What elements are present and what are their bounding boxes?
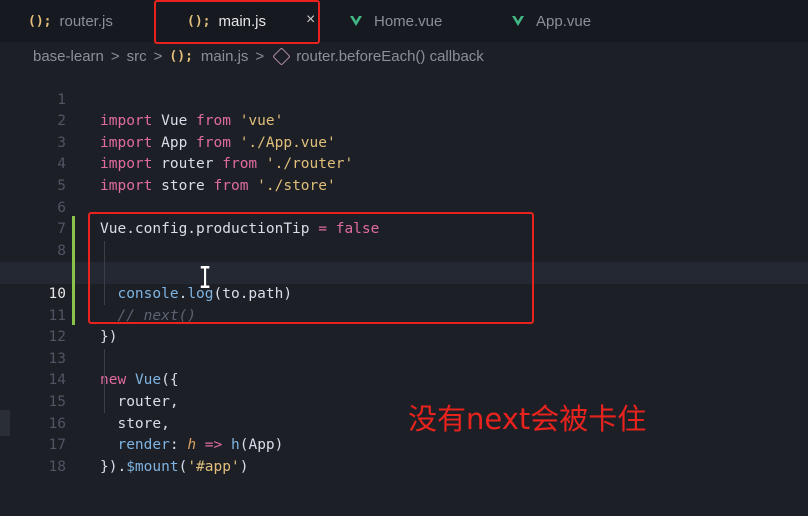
- code-line: 1 import Vue from 'vue': [0, 68, 808, 130]
- symbol-method-icon: [272, 46, 291, 66]
- main-js-tab-highlight: [154, 0, 320, 44]
- code-line: 18: [0, 435, 808, 475]
- chevron-right-icon: >: [255, 47, 265, 65]
- chevron-right-icon: >: [153, 47, 163, 65]
- tab-home-vue[interactable]: Home.vue: [350, 0, 442, 42]
- code-line: 2 import App from './App.vue': [0, 90, 808, 151]
- annotation-text: 没有next会被卡住: [408, 402, 647, 436]
- breadcrumb: base-learn > src > (); main.js > router.…: [33, 45, 484, 67]
- code-line: 17 }).$mount('#app'): [0, 414, 808, 475]
- breadcrumb-item[interactable]: router.beforeEach() callback: [296, 48, 484, 65]
- modified-lines-gutter-marker: [72, 216, 75, 325]
- code-line: 16 render: h => h(App): [0, 392, 808, 454]
- js-file-icon: ();: [28, 13, 52, 29]
- tab-label: Home.vue: [374, 12, 443, 30]
- breadcrumb-item[interactable]: main.js: [201, 48, 249, 65]
- code-text: }).$mount('#app'): [100, 458, 249, 475]
- line-number: 18: [48, 458, 66, 475]
- tab-app-vue[interactable]: App.vue: [512, 0, 591, 42]
- text-cursor-icon: I: [198, 261, 212, 296]
- tab-label: router.js: [59, 12, 113, 30]
- tab-router-js[interactable]: (); router.js: [28, 0, 113, 42]
- editor-tab-bar: (); router.js (); main.js × Home.vue App…: [0, 0, 808, 42]
- code-line: 15 store,: [0, 370, 808, 432]
- code-line: 3 import router from './router': [0, 111, 808, 173]
- code-line: 14 router,: [0, 349, 808, 410]
- breadcrumb-item[interactable]: src: [127, 48, 147, 65]
- js-file-icon: ();: [169, 48, 193, 64]
- code-line: 6 Vue.config.productionTip = false: [0, 176, 808, 238]
- code-highlight-box: [88, 212, 534, 324]
- vue-file-icon: [350, 16, 362, 26]
- vue-file-icon: [512, 16, 524, 26]
- breadcrumb-item[interactable]: base-learn: [33, 48, 104, 65]
- code-line: 4 import store from './store': [0, 133, 808, 194]
- code-line: 5: [0, 154, 808, 194]
- tab-label: App.vue: [536, 12, 592, 30]
- indent-guide: [104, 349, 105, 413]
- chevron-right-icon: >: [110, 47, 120, 65]
- code-line: 13 new Vue({: [0, 327, 808, 389]
